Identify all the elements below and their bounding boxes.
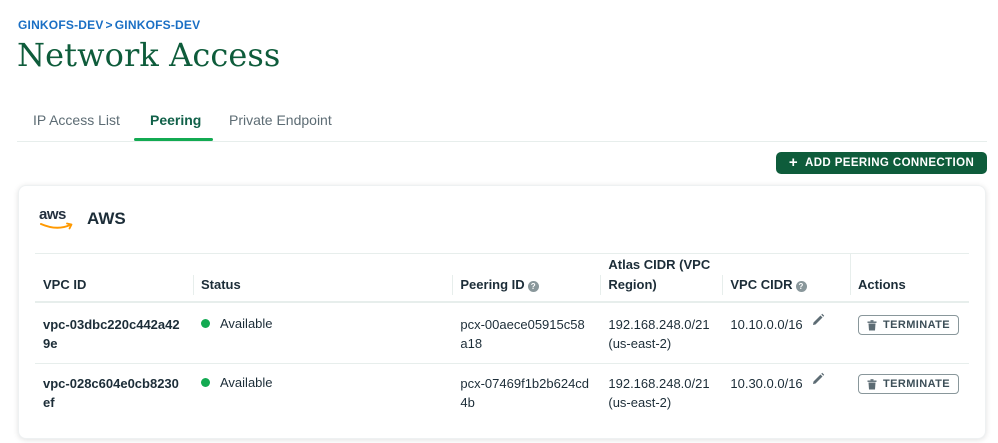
terminate-button[interactable]: TERMINATE bbox=[858, 374, 959, 394]
provider-header: aws AWS bbox=[39, 206, 126, 232]
breadcrumb-org-link[interactable]: GINKOFS-DEV bbox=[18, 18, 104, 32]
active-tab-indicator bbox=[134, 138, 213, 141]
page-title: Network Access bbox=[17, 36, 281, 74]
vpc-id-cell: vpc-028c604e0cb8230ef bbox=[43, 376, 179, 410]
vpc-cidr-cell: 10.30.0.0/16 bbox=[722, 364, 850, 423]
peering-table: VPC ID Status Peering ID? Atlas CIDR (VP… bbox=[35, 253, 969, 423]
peering-id-help-icon[interactable]: ? bbox=[527, 281, 539, 292]
status-cell: Available bbox=[193, 302, 453, 364]
status-badge: Available bbox=[201, 373, 442, 392]
status-available-dot-icon bbox=[201, 319, 210, 328]
trash-icon bbox=[867, 378, 877, 389]
status-badge: Available bbox=[201, 314, 442, 333]
table-row: vpc-03dbc220c442a429e Available pcx-00ae… bbox=[35, 302, 969, 364]
terminate-button[interactable]: TERMINATE bbox=[858, 315, 959, 335]
actions-cell: TERMINATE bbox=[850, 302, 969, 364]
tab-private-endpoint[interactable]: Private Endpoint bbox=[229, 112, 332, 128]
header-actions: Actions bbox=[850, 253, 969, 303]
tab-peering[interactable]: Peering bbox=[150, 112, 201, 128]
vpc-cidr-help-icon[interactable]: ? bbox=[795, 281, 807, 292]
peering-id-cell: pcx-07469f1b2b624cd4b bbox=[460, 376, 590, 410]
header-status: Status bbox=[193, 254, 453, 303]
table-header-row: VPC ID Status Peering ID? Atlas CIDR (VP… bbox=[35, 253, 969, 303]
edit-pencil-icon[interactable] bbox=[811, 313, 825, 332]
vpc-id-cell: vpc-03dbc220c442a429e bbox=[35, 302, 193, 364]
aws-peering-card: aws AWS VPC ID Status Peering ID? Atlas … bbox=[18, 185, 986, 439]
status-cell: Available bbox=[193, 364, 452, 423]
tab-bar: IP Access List Peering Private Endpoint bbox=[17, 100, 987, 142]
header-peering-id: Peering ID? bbox=[452, 254, 601, 303]
aws-smile-icon bbox=[40, 222, 73, 230]
provider-name: AWS bbox=[87, 209, 126, 228]
actions-cell: TERMINATE bbox=[850, 364, 969, 423]
edit-pencil-icon[interactable] bbox=[811, 372, 825, 391]
plus-icon: + bbox=[788, 154, 798, 171]
tab-ip-access-list[interactable]: IP Access List bbox=[33, 112, 120, 128]
add-peering-connection-button[interactable]: + ADD PEERING CONNECTION bbox=[776, 152, 987, 174]
header-atlas-cidr: Atlas CIDR (VPC Region) bbox=[600, 254, 723, 303]
add-peering-connection-label: ADD PEERING CONNECTION bbox=[805, 157, 975, 169]
vpc-cidr-cell: 10.10.0.0/16 bbox=[722, 302, 851, 364]
status-available-dot-icon bbox=[201, 378, 210, 387]
atlas-cidr-cell: 192.168.248.0/21 (us-east-2) bbox=[600, 302, 723, 364]
header-vpc-cidr: VPC CIDR? bbox=[722, 254, 851, 303]
atlas-cidr-cell: 192.168.248.0/21 (us-east-2) bbox=[608, 376, 710, 410]
trash-icon bbox=[867, 319, 877, 330]
breadcrumb-project-link[interactable]: GINKOFS-DEV bbox=[115, 18, 201, 32]
header-vpc-id: VPC ID bbox=[35, 254, 193, 303]
breadcrumb-separator: > bbox=[105, 18, 113, 32]
peering-id-cell: pcx-00aece05915c58a18 bbox=[452, 302, 601, 364]
aws-logo: aws bbox=[39, 206, 75, 232]
table-row: vpc-028c604e0cb8230ef Available pcx-0746… bbox=[35, 364, 969, 423]
aws-logo-text: aws bbox=[39, 206, 66, 223]
breadcrumb: GINKOFS-DEV > GINKOFS-DEV bbox=[18, 18, 200, 32]
